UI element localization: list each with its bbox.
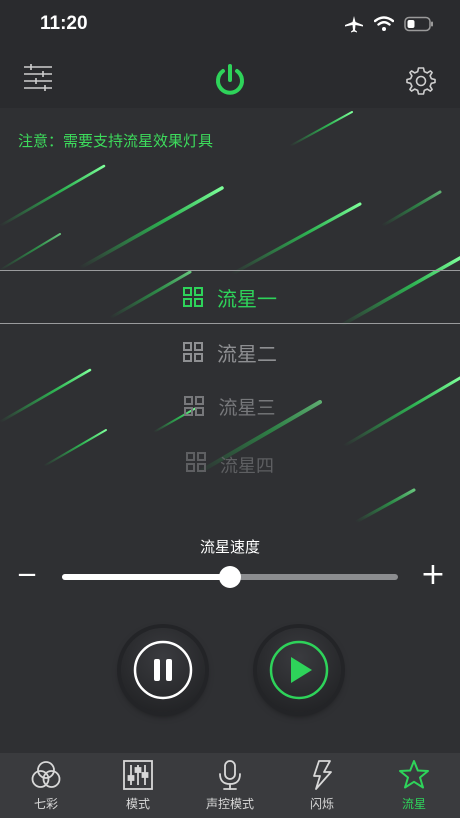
meteor-streak bbox=[0, 164, 106, 228]
tab-flash[interactable]: 闪烁 bbox=[276, 753, 368, 818]
notice-text: 注意：需要支持流星效果灯具 bbox=[18, 132, 214, 150]
grid-icon bbox=[183, 287, 203, 307]
status-bar: 11:20 bbox=[0, 0, 460, 48]
tab-meteor[interactable]: 流星 bbox=[368, 753, 460, 818]
meteor-streak bbox=[230, 202, 362, 276]
effect-item-2[interactable]: 流星二 bbox=[0, 325, 460, 379]
effect-item-4[interactable]: 流星四 bbox=[0, 436, 460, 480]
microphone-icon bbox=[219, 760, 241, 790]
effect-label: 流星二 bbox=[217, 341, 277, 366]
meteor-panel: 注意：需要支持流星效果灯具 流星一 流星二 流星三 流星四 流星速度 − + bbox=[0, 108, 460, 753]
adjust-button[interactable] bbox=[22, 62, 54, 94]
speed-label: 流星速度 bbox=[199, 538, 260, 556]
speed-slider[interactable] bbox=[62, 566, 398, 588]
settings-button[interactable] bbox=[404, 64, 438, 98]
status-time: 11:20 bbox=[40, 13, 88, 34]
tab-label: 七彩 bbox=[33, 797, 58, 811]
wifi-icon bbox=[374, 16, 394, 31]
effect-label: 流星四 bbox=[220, 456, 274, 477]
sliders-icon bbox=[123, 760, 153, 790]
effect-label: 流星一 bbox=[217, 286, 277, 311]
meteor-streak bbox=[380, 190, 442, 228]
power-button[interactable] bbox=[212, 62, 248, 98]
power-icon bbox=[216, 64, 244, 95]
meteor-streak bbox=[354, 488, 416, 524]
tab-label: 流星 bbox=[401, 797, 426, 811]
airplane-icon bbox=[345, 16, 363, 33]
speed-increase-button[interactable]: + bbox=[418, 558, 448, 592]
tab-label: 声控模式 bbox=[205, 797, 254, 811]
grid-icon bbox=[183, 342, 203, 362]
battery-icon bbox=[404, 16, 433, 32]
star-icon bbox=[399, 760, 429, 789]
tab-label: 模式 bbox=[125, 797, 150, 811]
tab-label: 闪烁 bbox=[309, 797, 334, 811]
grid-icon bbox=[186, 452, 206, 472]
tab-voice-mode[interactable]: 声控模式 bbox=[184, 753, 276, 818]
tab-colorful[interactable]: 七彩 bbox=[0, 753, 92, 818]
speed-slider-fill bbox=[62, 574, 230, 580]
gear-icon bbox=[406, 67, 436, 95]
pause-icon bbox=[133, 640, 193, 700]
rings-icon bbox=[31, 761, 61, 788]
effect-item-1[interactable]: 流星一 bbox=[0, 270, 460, 324]
meteor-streak bbox=[78, 186, 224, 270]
lightning-icon bbox=[313, 760, 332, 790]
meteor-streak bbox=[0, 233, 61, 271]
speed-slider-thumb[interactable] bbox=[219, 566, 241, 588]
effect-label: 流星三 bbox=[218, 396, 276, 419]
effect-item-3[interactable]: 流星三 bbox=[0, 379, 460, 433]
status-icons bbox=[344, 15, 434, 33]
grid-icon bbox=[184, 396, 205, 416]
play-button[interactable] bbox=[257, 628, 341, 712]
meteor-streak bbox=[289, 111, 353, 147]
sliders-adjust-icon bbox=[24, 64, 52, 91]
tab-bar: 七彩 模式 声控模式 闪烁 流星 bbox=[0, 753, 460, 818]
tab-mode[interactable]: 模式 bbox=[92, 753, 184, 818]
speed-decrease-button[interactable]: − bbox=[14, 560, 40, 590]
pause-button[interactable] bbox=[121, 628, 205, 712]
play-icon bbox=[269, 640, 329, 700]
top-bar bbox=[0, 48, 460, 108]
